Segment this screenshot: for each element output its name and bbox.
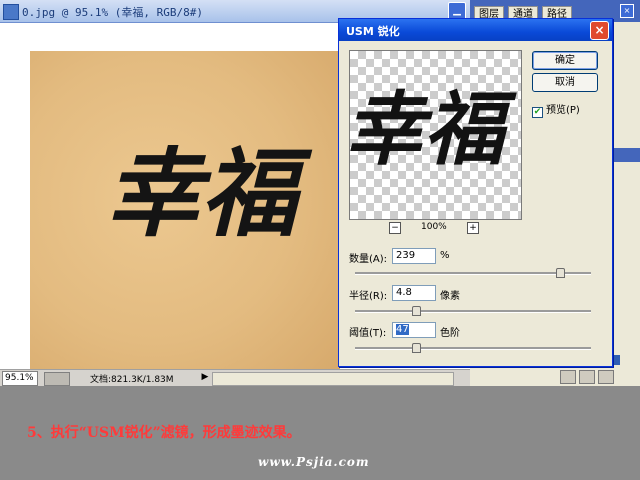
threshold-input[interactable]: 47 — [392, 322, 436, 338]
trash-icon[interactable] — [598, 370, 614, 384]
amount-label: 数量(A): — [349, 254, 388, 265]
document-icon — [3, 4, 19, 20]
usm-dialog: USM 锐化 × 幸福 − 100% + 确定 取消 ✔ 预览(P) 数量(A):… — [338, 18, 613, 367]
preview-checkbox-label: 预览(P) — [546, 105, 580, 116]
threshold-slider-thumb[interactable] — [412, 343, 422, 353]
radius-slider-track[interactable] — [355, 310, 591, 313]
preview-zoom-level: 100% — [421, 222, 447, 232]
document-size-info: 文档:821.3K/1.83M — [90, 375, 174, 385]
radius-unit: 像素 — [440, 291, 460, 302]
new-layer-icon[interactable] — [560, 370, 576, 384]
amount-unit: % — [440, 250, 450, 261]
filter-preview[interactable]: 幸福 — [349, 50, 522, 220]
dialog-title-bar[interactable]: USM 锐化 × — [339, 19, 612, 41]
amount-slider-thumb[interactable] — [556, 268, 566, 278]
folder-icon[interactable] — [579, 370, 595, 384]
amount-input[interactable]: 239 — [392, 248, 436, 264]
threshold-label: 阈值(T): — [349, 328, 387, 339]
radius-label: 半径(R): — [349, 291, 388, 302]
threshold-slider-track[interactable] — [355, 347, 591, 350]
zoom-in-icon[interactable]: + — [467, 222, 479, 234]
step-caption: 5、执行“USM锐化”滤镜，形成墨迹效果。 — [27, 425, 301, 441]
radius-input[interactable]: 4.8 — [392, 285, 436, 301]
watermark: www.Psjia.com — [258, 455, 370, 469]
threshold-unit: 色阶 — [440, 328, 460, 339]
ok-button[interactable]: 确定 — [532, 51, 598, 70]
dialog-title: USM 锐化 — [346, 25, 400, 38]
radius-slider-thumb[interactable] — [412, 306, 422, 316]
status-icon[interactable] — [44, 372, 70, 386]
panel-close-icon[interactable]: × — [620, 4, 634, 18]
preview-checkbox[interactable]: ✔ 预览(P) — [532, 101, 580, 118]
horizontal-scrollbar[interactable] — [212, 372, 454, 386]
preview-zoom-controls: − 100% + — [389, 222, 479, 236]
panel-footer — [560, 370, 632, 384]
status-bar: 95.1% 文档:821.3K/1.83M ▶ — [0, 369, 470, 387]
status-menu-arrow-icon[interactable]: ▶ — [200, 372, 210, 384]
checkbox-check-icon[interactable]: ✔ — [532, 107, 543, 118]
close-icon[interactable]: × — [590, 21, 609, 40]
paper-artwork: 幸福 — [30, 51, 340, 381]
zoom-level-field[interactable]: 95.1% — [2, 371, 38, 386]
preview-artwork: 幸福 — [349, 82, 504, 176]
document-title: 0.jpg @ 95.1% (幸福, RGB/8#) — [22, 6, 203, 19]
zoom-out-icon[interactable]: − — [389, 222, 401, 234]
cancel-button[interactable]: 取消 — [532, 73, 598, 92]
calligraphy-artwork: 幸福 — [105, 137, 297, 250]
